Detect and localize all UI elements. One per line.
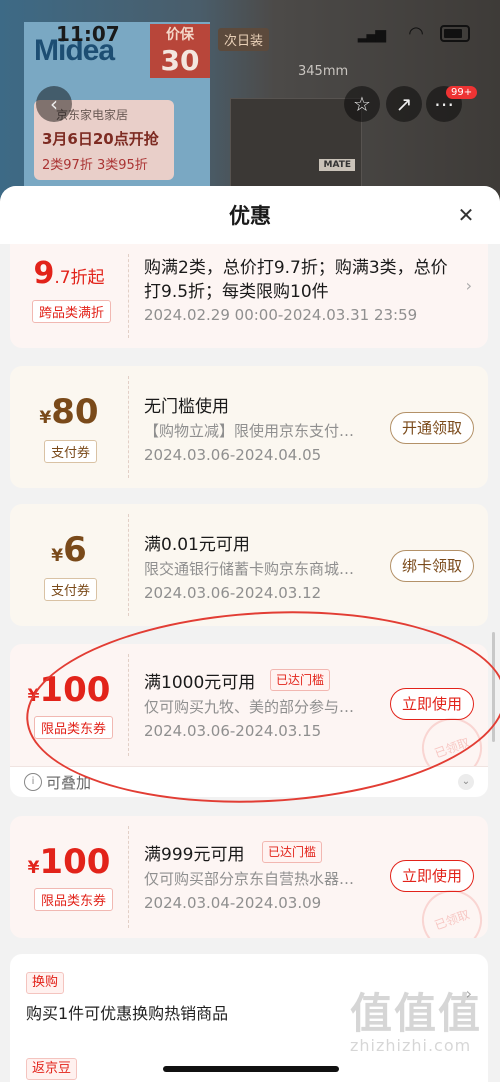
coupon-desc: 仅可购买九牧、美的部分参与… bbox=[144, 698, 355, 716]
share-icon[interactable]: ↗ bbox=[386, 86, 422, 122]
exchange-text: 购买1件可优惠换购热销商品 bbox=[26, 1004, 229, 1023]
coupon-tag: 支付券 bbox=[44, 440, 98, 463]
sheet-title: 优惠 bbox=[229, 204, 271, 228]
dimension-label: 345mm bbox=[298, 64, 349, 79]
status-time: 11:07 bbox=[56, 22, 120, 46]
price-protect-badge: 价保 30 bbox=[150, 24, 210, 78]
coupon-card-1000[interactable]: ¥100 限品类东券 满1000元可用 已达门槛 仅可购买九牧、美的部分参与… … bbox=[10, 644, 488, 766]
coupon-amount: ¥100 bbox=[27, 842, 111, 882]
product-page-background: Midea 价保 30 次日装 京东家电家居 3月6日20点开抢 2类97折 3… bbox=[0, 0, 500, 200]
coupon-card-pay-6[interactable]: ¥6 支付券 满0.01元可用 限交通银行储蓄卡购京东商城… 2024.03.0… bbox=[10, 504, 488, 626]
next-day-install-badge: 次日装 bbox=[218, 28, 270, 51]
coupon-amount: ¥80 bbox=[39, 392, 99, 432]
favorite-icon[interactable]: ☆ bbox=[344, 86, 380, 122]
coupon-desc: 仅可购买部分京东自营热水器… bbox=[144, 870, 355, 888]
sheet-header: 优惠 ✕ bbox=[0, 186, 500, 244]
product-image: MATE bbox=[230, 98, 362, 200]
coupon-title: 购满2类，总价打9.7折；购满3类，总价打9.5折；每类限购10件 bbox=[144, 258, 448, 302]
coupon-title: 满999元可用 bbox=[144, 845, 245, 865]
signal-icon: ▂▄▆ bbox=[357, 27, 386, 43]
coupon-tag: 支付券 bbox=[44, 578, 98, 601]
battery-icon bbox=[440, 25, 470, 42]
coupon-date: 2024.03.04-2024.03.09 bbox=[144, 894, 322, 912]
coupon-divider bbox=[128, 254, 129, 338]
bind-card-claim-button[interactable]: 绑卡领取 bbox=[390, 550, 474, 582]
use-now-button[interactable]: 立即使用 bbox=[390, 688, 474, 720]
coupon-divider bbox=[128, 654, 129, 756]
coupon-tag: 跨品类满折 bbox=[32, 300, 112, 323]
coupon-date: 2024.03.06-2024.04.05 bbox=[144, 446, 322, 464]
coupon-card-discount[interactable]: 9.7折起 跨品类满折 购满2类，总价打9.7折；购满3类，总价打9.5折；每类… bbox=[10, 244, 488, 348]
coupon-divider bbox=[128, 376, 129, 478]
coupon-sheet: 优惠 ✕ 9.7折起 跨品类满折 购满2类，总价打9.7折；购满3类，总价打9.… bbox=[0, 186, 500, 1082]
coupon-title: 满0.01元可用 bbox=[144, 535, 250, 555]
threshold-met-badge: 已达门槛 bbox=[262, 841, 323, 863]
coupon-divider bbox=[128, 514, 129, 616]
jingdou-tag: 返京豆 bbox=[26, 1058, 78, 1080]
coupon-card-pay-80[interactable]: ¥80 支付券 无门槛使用 【购物立减】限使用京东支付… 2024.03.06-… bbox=[10, 366, 488, 488]
coupon-date: 2024.03.06-2024.03.15 bbox=[144, 722, 322, 740]
coupon-amount: ¥6 bbox=[51, 530, 87, 570]
coupon-card-999[interactable]: ¥100 限品类东券 满999元可用 已达门槛 仅可购买部分京东自营热水器… 2… bbox=[10, 816, 488, 938]
chevron-down-icon[interactable]: ⌄ bbox=[458, 774, 474, 790]
coupon-date: 2024.03.06-2024.03.12 bbox=[144, 584, 322, 602]
chevron-right-icon[interactable]: › bbox=[466, 276, 472, 295]
info-icon: i bbox=[24, 773, 42, 791]
activate-claim-button[interactable]: 开通领取 bbox=[390, 412, 474, 444]
watermark: 值值值 zhizhizhi.com bbox=[350, 989, 483, 1055]
back-icon[interactable]: ‹ bbox=[36, 86, 72, 122]
coupon-desc: 限交通银行储蓄卡购京东商城… bbox=[144, 560, 355, 578]
coupon-date: 2024.02.29 00:00-2024.03.31 23:59 bbox=[144, 306, 418, 324]
use-now-button[interactable]: 立即使用 bbox=[390, 860, 474, 892]
scroll-indicator[interactable] bbox=[492, 632, 495, 742]
coupon-desc: 【购物立减】限使用京东支付… bbox=[144, 422, 355, 440]
stackable-row[interactable]: i 可叠加 ⌄ bbox=[10, 766, 488, 797]
coupon-amount: 9.7折起 bbox=[33, 256, 105, 291]
cart-badge: 99+ bbox=[446, 86, 478, 99]
coupon-tag: 限品类东券 bbox=[34, 716, 114, 739]
wifi-icon: ◠ bbox=[408, 23, 424, 44]
threshold-met-badge: 已达门槛 bbox=[270, 669, 331, 691]
home-indicator[interactable] bbox=[163, 1066, 339, 1072]
close-icon[interactable]: ✕ bbox=[454, 203, 478, 227]
coupon-title: 满1000元可用 bbox=[144, 673, 256, 693]
coupon-title: 无门槛使用 bbox=[144, 397, 229, 417]
coupon-divider bbox=[128, 826, 129, 928]
coupon-tag: 限品类东券 bbox=[34, 888, 114, 911]
exchange-tag: 换购 bbox=[26, 972, 65, 994]
stackable-label: 可叠加 bbox=[46, 774, 92, 792]
coupon-amount: ¥100 bbox=[27, 670, 111, 710]
